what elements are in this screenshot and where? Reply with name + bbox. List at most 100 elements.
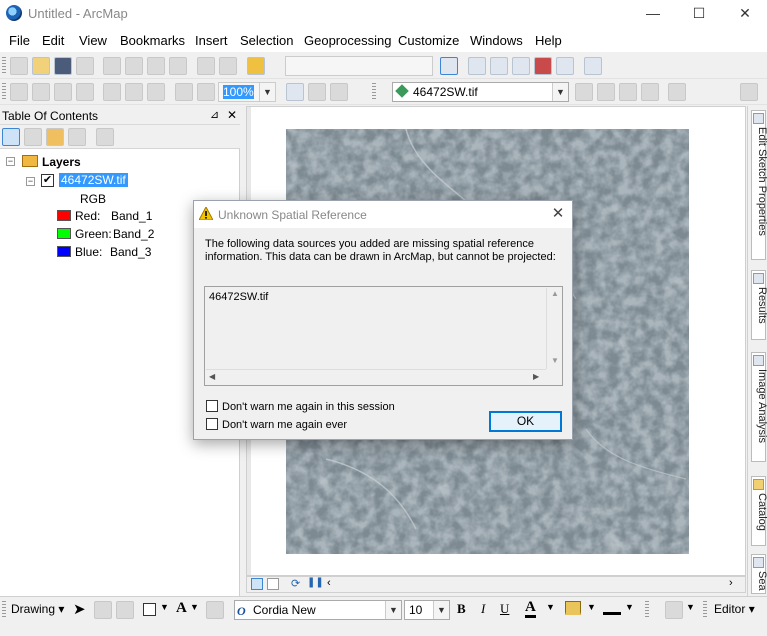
model-builder-icon[interactable] xyxy=(584,57,602,75)
new-document-icon[interactable] xyxy=(10,57,28,75)
swipe-icon[interactable] xyxy=(668,83,686,101)
italic-button[interactable]: I xyxy=(481,601,485,617)
edit-vertices-icon[interactable] xyxy=(206,601,224,619)
catalog-window-icon[interactable] xyxy=(490,57,508,75)
pan-icon[interactable] xyxy=(54,83,72,101)
font-color-button[interactable]: A xyxy=(525,599,536,618)
underline-button[interactable]: U xyxy=(500,601,509,617)
rectangle-tool-icon[interactable] xyxy=(143,603,156,616)
menu-insert[interactable]: Insert xyxy=(195,33,228,48)
ok-button[interactable]: OK xyxy=(489,411,562,432)
chevron-down-icon[interactable]: ▼ xyxy=(587,602,596,612)
collapse-icon[interactable]: − xyxy=(26,177,35,186)
list-by-drawing-order-icon[interactable] xyxy=(2,128,20,146)
chevron-down-icon[interactable]: ▼ xyxy=(385,601,401,619)
layers-root-label[interactable]: Layers xyxy=(42,155,81,169)
dock-tab-edit-sketch-properties[interactable]: Edit Sketch Properties xyxy=(751,110,767,260)
scroll-right-icon[interactable]: › xyxy=(729,577,733,589)
copy-icon[interactable] xyxy=(125,57,143,75)
chevron-down-icon[interactable]: ▼ xyxy=(259,83,275,101)
menu-selection[interactable]: Selection xyxy=(240,33,293,48)
image-analysis-icon[interactable] xyxy=(575,83,593,101)
layer-visibility-checkbox[interactable]: ✔ xyxy=(41,174,54,187)
dock-tab-search[interactable]: Sea xyxy=(751,554,767,594)
scroll-right-icon[interactable]: ▶ xyxy=(533,372,539,381)
collapse-icon[interactable]: − xyxy=(6,157,15,166)
toolbar-grip[interactable] xyxy=(372,83,376,101)
full-extent-icon[interactable] xyxy=(76,83,94,101)
list-by-selection-icon[interactable] xyxy=(68,128,86,146)
open-folder-icon[interactable] xyxy=(32,57,50,75)
layer-select-combo[interactable]: 46472SW.tif ▼ xyxy=(392,82,569,102)
toc-options-icon[interactable] xyxy=(96,128,114,146)
pin-icon[interactable]: ⊿ xyxy=(210,108,219,121)
print-icon[interactable] xyxy=(76,57,94,75)
contrast-icon[interactable] xyxy=(619,83,637,101)
list-by-source-icon[interactable] xyxy=(24,128,42,146)
expand-icon[interactable] xyxy=(740,83,758,101)
search-window-icon[interactable] xyxy=(512,57,530,75)
line-color-icon[interactable] xyxy=(603,601,621,615)
dock-tab-results[interactable]: Results xyxy=(751,270,767,340)
layout-view-icon[interactable] xyxy=(267,578,279,590)
focus-data-frame-icon[interactable] xyxy=(308,83,326,101)
toggle-draft-mode-icon[interactable] xyxy=(286,83,304,101)
font-name-combo[interactable]: O Cordia New ▼ xyxy=(234,600,402,620)
font-size-combo[interactable]: 10 ▼ xyxy=(404,600,450,620)
chevron-down-icon[interactable]: ▼ xyxy=(190,602,199,612)
menu-edit[interactable]: Edit xyxy=(42,33,64,48)
brightness-icon[interactable] xyxy=(597,83,615,101)
menu-view[interactable]: View xyxy=(79,33,107,48)
menu-customize[interactable]: Customize xyxy=(398,33,459,48)
dialog-close-button[interactable]: ✕ xyxy=(548,204,568,222)
cut-icon[interactable] xyxy=(103,57,121,75)
horizontal-scrollbar[interactable]: ◀ ▶ xyxy=(206,369,546,385)
list-by-visibility-icon[interactable] xyxy=(46,128,64,146)
chevron-down-icon[interactable]: ▼ xyxy=(625,602,634,612)
refresh-icon[interactable]: ⟳ xyxy=(291,577,300,590)
scroll-left-icon[interactable]: ‹ xyxy=(327,577,331,589)
minimize-button[interactable]: — xyxy=(630,4,676,24)
editor-menu[interactable]: Editor ▾ xyxy=(714,602,755,616)
editor-toolbar-icon[interactable] xyxy=(440,57,458,75)
checkbox-box[interactable] xyxy=(206,418,218,430)
toolbar-grip[interactable] xyxy=(2,83,6,101)
toolbar-grip[interactable] xyxy=(2,601,6,619)
table-of-contents-icon[interactable] xyxy=(468,57,486,75)
transparency-icon[interactable] xyxy=(641,83,659,101)
fixed-zoom-in-icon[interactable] xyxy=(103,83,121,101)
paste-icon[interactable] xyxy=(147,57,165,75)
menu-geoprocessing[interactable]: Geoprocessing xyxy=(304,33,391,48)
delete-icon[interactable] xyxy=(169,57,187,75)
text-tool-icon[interactable]: A xyxy=(176,600,187,617)
add-data-icon[interactable] xyxy=(247,57,265,75)
fill-color-icon[interactable] xyxy=(565,601,581,615)
zoom-percent-combo[interactable]: 100% ▼ xyxy=(218,82,276,102)
chevron-down-icon[interactable]: ▼ xyxy=(433,601,449,619)
redo-icon[interactable] xyxy=(219,57,237,75)
zoom-to-elements-icon[interactable] xyxy=(116,601,134,619)
dont-warn-session-checkbox[interactable]: Don't warn me again in this session xyxy=(206,400,395,413)
zoom-out-icon[interactable] xyxy=(32,83,50,101)
menu-file[interactable]: File xyxy=(9,33,30,48)
zoom-whole-page-icon[interactable] xyxy=(175,83,193,101)
pause-drawing-icon[interactable]: ❚❚ xyxy=(307,577,324,588)
arctoolbox-icon[interactable] xyxy=(534,57,552,75)
data-sources-list[interactable]: 46472SW.tif ▲ ▼ ◀ ▶ xyxy=(204,286,563,386)
toolbar-grip[interactable] xyxy=(2,57,6,75)
zoom-in-icon[interactable] xyxy=(10,83,28,101)
menu-bookmarks[interactable]: Bookmarks xyxy=(120,33,185,48)
vertical-scrollbar[interactable]: ▲ ▼ xyxy=(546,288,562,369)
zoom-to-100-icon[interactable] xyxy=(197,83,215,101)
toolbar-grip[interactable] xyxy=(703,601,707,619)
python-window-icon[interactable] xyxy=(556,57,574,75)
chevron-down-icon[interactable]: ▼ xyxy=(552,83,568,101)
save-icon[interactable] xyxy=(54,57,72,75)
maximize-button[interactable]: ☐ xyxy=(676,4,722,24)
fixed-zoom-out-icon[interactable] xyxy=(125,83,143,101)
dont-warn-ever-checkbox[interactable]: Don't warn me again ever xyxy=(206,418,347,431)
close-window-button[interactable]: ✕ xyxy=(722,4,767,24)
change-layout-icon[interactable] xyxy=(330,83,348,101)
chevron-down-icon[interactable]: ▼ xyxy=(546,602,555,612)
dock-tab-image-analysis[interactable]: Image Analysis xyxy=(751,352,767,462)
